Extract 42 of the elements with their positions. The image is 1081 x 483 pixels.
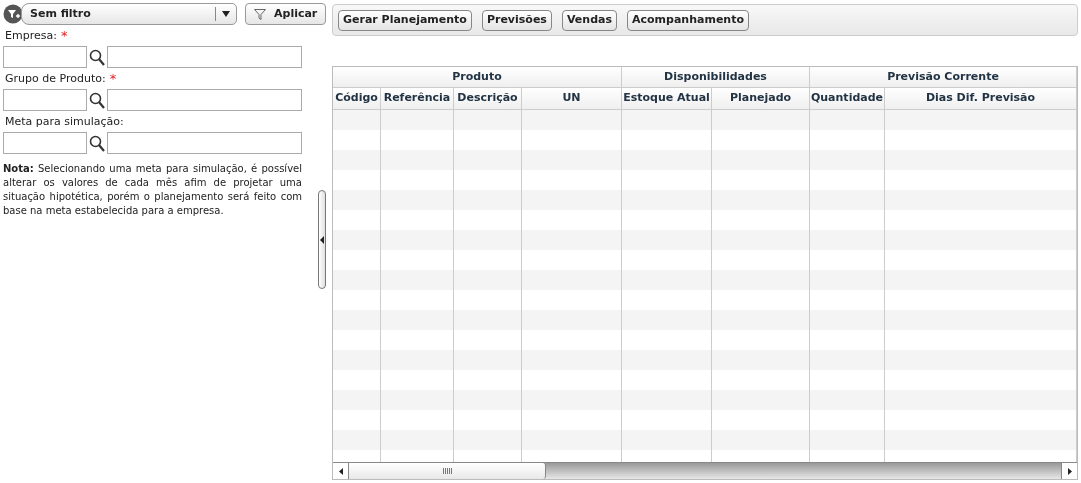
name-field[interactable] bbox=[107, 132, 302, 154]
search-icon[interactable] bbox=[89, 91, 105, 109]
note-text: Nota: Selecionando uma meta para simulação, é possível alterar os valores de cada mês afim de projetar uma situação hipotética, porém o planejamento será feito com base na meta estabelecida para a empresa. bbox=[3, 162, 303, 218]
apply-button[interactable]: Aplicar bbox=[245, 3, 327, 25]
group-header: Previsão Corrente bbox=[810, 67, 1077, 87]
toolbar-button[interactable]: Vendas bbox=[561, 9, 617, 31]
toolbar-button[interactable]: Previsões bbox=[481, 9, 552, 31]
funnel-icon bbox=[254, 8, 266, 20]
column-header[interactable]: Referência bbox=[381, 88, 454, 109]
filter-dropdown[interactable]: Sem filtro bbox=[21, 3, 237, 25]
code-field[interactable] bbox=[3, 46, 87, 68]
search-icon[interactable] bbox=[89, 48, 105, 66]
search-icon[interactable] bbox=[89, 134, 105, 152]
caret-icon bbox=[222, 11, 230, 17]
code-field[interactable] bbox=[3, 132, 87, 154]
filter-add-icon[interactable] bbox=[3, 4, 23, 24]
field-label: Grupo de Produto: bbox=[5, 70, 106, 87]
required-mark: * bbox=[60, 27, 68, 46]
right-arrow-icon[interactable] bbox=[1067, 467, 1072, 475]
group-header: Produto bbox=[333, 67, 622, 87]
name-field[interactable] bbox=[107, 89, 302, 111]
column-header[interactable]: UN bbox=[522, 88, 622, 109]
grip-icon bbox=[442, 468, 452, 474]
field-label: Empresa: bbox=[5, 27, 57, 44]
toolbar-button[interactable]: Acompanhamento bbox=[627, 9, 749, 31]
toolbar-button[interactable]: Gerar Planejamento bbox=[338, 9, 472, 31]
column-header[interactable]: Dias Dif. Previsão bbox=[885, 88, 1077, 109]
horizontal-scrollbar[interactable] bbox=[333, 462, 1077, 479]
scroll-thumb[interactable] bbox=[349, 463, 546, 479]
column-header[interactable]: Planejado bbox=[712, 88, 810, 109]
column-header[interactable]: Código bbox=[333, 88, 381, 109]
group-header: Disponibilidades bbox=[622, 67, 810, 87]
collapse-handle[interactable] bbox=[318, 190, 326, 289]
column-header[interactable]: Quantidade bbox=[810, 88, 885, 109]
name-field[interactable] bbox=[107, 46, 302, 68]
left-arrow-icon bbox=[320, 235, 324, 244]
code-field[interactable] bbox=[3, 89, 87, 111]
column-header[interactable]: Descrição bbox=[454, 88, 522, 109]
left-arrow-icon[interactable] bbox=[338, 467, 343, 475]
field-label: Meta para simulação: bbox=[5, 113, 124, 130]
column-header[interactable]: Estoque Atual bbox=[622, 88, 712, 109]
required-mark: * bbox=[109, 70, 117, 89]
